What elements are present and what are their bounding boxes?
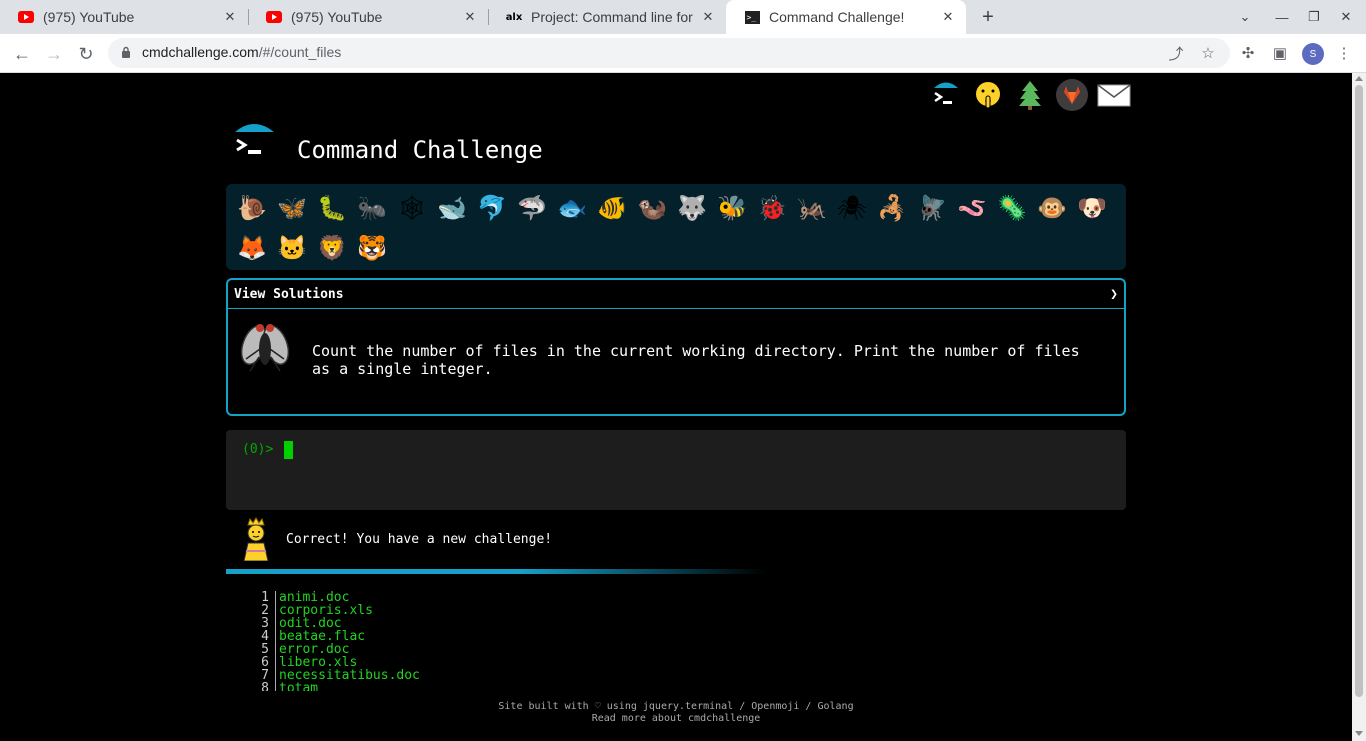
top-links	[928, 77, 1132, 113]
view-solutions-toggle[interactable]: View Solutions ❯	[228, 280, 1124, 309]
close-window-icon[interactable]: ✕	[1330, 0, 1362, 34]
result-message: Correct! You have a new challenge!	[286, 532, 553, 547]
back-icon[interactable]: ←	[8, 40, 36, 68]
footer: Site built with ♡ using jquery.terminal …	[0, 701, 1352, 725]
minimize-icon[interactable]: —	[1266, 0, 1298, 34]
challenge-icon-grid: 🐌 🦋 🐛 🐜 🕸 🐋 🐬 🦈 🐟 🐠 🦦 🐺 🐝 🐞 🦗 🕷 🦂 🪰 🪱 🦠 …	[226, 184, 1126, 270]
fox-icon[interactable]: 🦊	[232, 228, 272, 268]
footer-credits: Site built with ♡ using jquery.terminal …	[498, 701, 854, 712]
tab-title: (975) YouTube	[43, 9, 135, 25]
profile-avatar[interactable]: S	[1302, 43, 1324, 65]
lock-icon	[122, 46, 130, 58]
youtube-icon	[18, 9, 34, 25]
wolf-icon[interactable]: 🐺	[672, 188, 712, 228]
tab-title: (975) YouTube	[291, 9, 383, 25]
terminal-icon: >_	[744, 9, 760, 25]
youtube-icon	[266, 9, 282, 25]
browser-tab[interactable]: (975) YouTube ✕	[248, 0, 488, 34]
forward-icon[interactable]: →	[40, 40, 68, 68]
tropical-fish-icon[interactable]: 🐠	[592, 188, 632, 228]
view-solutions-label: View Solutions	[234, 286, 344, 302]
browser-tab-strip: (975) YouTube ✕ (975) YouTube ✕ alx Proj…	[0, 0, 1366, 34]
close-tab-icon[interactable]: ✕	[940, 9, 956, 25]
monkey-icon[interactable]: 🐵	[1032, 188, 1072, 228]
spider-web-icon[interactable]: 🕸	[392, 188, 432, 228]
scrollbar-thumb[interactable]	[1355, 85, 1363, 697]
terminal-cursor	[284, 441, 293, 459]
site-logo-icon	[235, 124, 274, 154]
tree-icon[interactable]	[1012, 77, 1048, 113]
list-item: 8 totam	[256, 682, 420, 691]
restore-icon[interactable]: ❐	[1298, 0, 1330, 34]
footer-about-link[interactable]: Read more about cmdchallenge	[0, 713, 1352, 725]
browser-tab[interactable]: (975) YouTube ✕	[0, 0, 248, 34]
new-tab-button[interactable]: +	[976, 5, 1000, 29]
fly-icon[interactable]: 🪰	[912, 188, 952, 228]
browser-toolbar: ← → ↻ cmdchallenge.com/#/count_files ⤴ ☆…	[0, 34, 1366, 73]
challenge-card: View Solutions ❯ Count the number of fil…	[226, 278, 1126, 416]
file-list: 1 animi.doc 2 corporis.xls 3 odit.doc 4 beat…	[256, 591, 420, 691]
tab-title: Project: Command line for	[531, 9, 693, 25]
close-tab-icon[interactable]: ✕	[700, 9, 716, 25]
caterpillar-icon[interactable]: 🐛	[312, 188, 352, 228]
browser-tab-active[interactable]: >_ Command Challenge! ✕	[726, 0, 966, 34]
fly-icon	[240, 324, 290, 372]
terminal-logo-icon[interactable]	[928, 77, 964, 113]
browser-tab[interactable]: alx Project: Command line for ✕	[488, 0, 726, 34]
mail-icon[interactable]	[1096, 77, 1132, 113]
scorpion-icon[interactable]: 🦂	[872, 188, 912, 228]
tab-title: Command Challenge!	[769, 9, 905, 25]
progress-bar	[226, 569, 766, 574]
page-scrollbar[interactable]	[1352, 73, 1366, 741]
challenge-description: Count the number of files in the current…	[312, 342, 1080, 378]
site-title: Command Challenge	[297, 136, 543, 164]
shushing-face-icon[interactable]	[970, 77, 1006, 113]
alx-icon: alx	[505, 11, 523, 23]
reload-icon[interactable]: ↻	[72, 40, 100, 68]
ladybug-icon[interactable]: 🐞	[752, 188, 792, 228]
whale-icon[interactable]: 🐋	[432, 188, 472, 228]
side-panel-icon[interactable]: ▣	[1270, 43, 1290, 63]
dolphin-icon[interactable]: 🐬	[472, 188, 512, 228]
lion-icon[interactable]: 🦁	[312, 228, 352, 268]
spider-icon[interactable]: 🕷	[832, 188, 872, 228]
snail-icon[interactable]: 🐌	[232, 188, 272, 228]
otter-icon[interactable]: 🦦	[632, 188, 672, 228]
close-tab-icon[interactable]: ✕	[222, 9, 238, 25]
dog-icon[interactable]: 🐶	[1072, 188, 1112, 228]
close-tab-icon[interactable]: ✕	[462, 9, 478, 25]
menu-kebab-icon[interactable]: ⋮	[1334, 43, 1354, 63]
butterfly-icon[interactable]: 🦋	[272, 188, 312, 228]
tab-search-icon[interactable]: ⌄	[1229, 0, 1261, 34]
page-content: Command Challenge 🐌 🦋 🐛 🐜 🕸 🐋 🐬 🦈 🐟 🐠 🦦 …	[0, 73, 1352, 741]
tiger-icon[interactable]: 🐯	[352, 228, 392, 268]
bee-icon[interactable]: 🐝	[712, 188, 752, 228]
terminal-prompt: (0)>	[242, 442, 274, 457]
ant-icon[interactable]: 🐜	[352, 188, 392, 228]
address-bar[interactable]: cmdchallenge.com/#/count_files ⤴ ☆	[108, 38, 1230, 68]
terminal[interactable]: (0)>	[226, 430, 1126, 510]
bookmark-star-icon[interactable]: ☆	[1198, 43, 1218, 63]
princess-icon	[243, 517, 269, 561]
extensions-icon[interactable]: ✣	[1238, 43, 1258, 63]
share-icon[interactable]: ⤴	[1166, 43, 1186, 63]
gitlab-icon[interactable]	[1054, 77, 1090, 113]
cat-icon[interactable]: 🐱	[272, 228, 312, 268]
shark-icon[interactable]: 🦈	[512, 188, 552, 228]
fish-icon[interactable]: 🐟	[552, 188, 592, 228]
result-message-row: Correct! You have a new challenge!	[236, 517, 776, 563]
worm-icon[interactable]: 🪱	[952, 188, 992, 228]
chevron-right-icon: ❯	[1110, 286, 1118, 302]
microbe-icon[interactable]: 🦠	[992, 188, 1032, 228]
cricket-icon[interactable]: 🦗	[792, 188, 832, 228]
url-text: cmdchallenge.com/#/count_files	[142, 44, 342, 60]
